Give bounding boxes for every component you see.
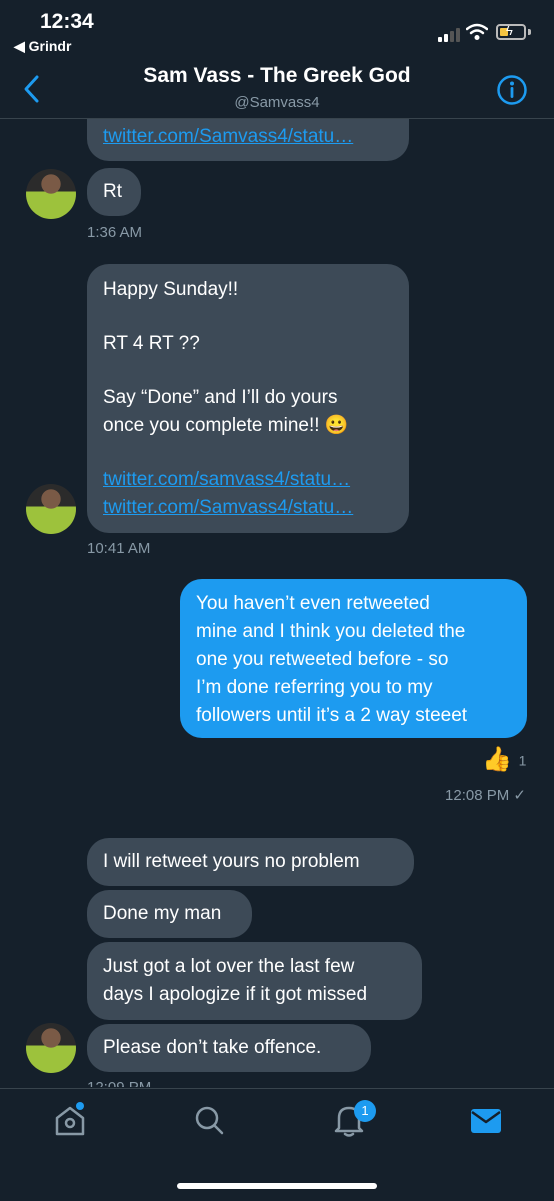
message-text: Rt [103,181,122,202]
reaction-thumbs-up[interactable]: 👍 1 [482,745,526,774]
message-link[interactable]: twitter.com/samvass4/statu… [103,466,393,494]
message-text: mine and I think you deleted the [196,621,466,642]
conversation-title: Sam Vass - The Greek God [143,64,411,87]
message-timestamp: 1:36 AM [87,224,143,241]
cellular-signal-icon [438,28,460,42]
conversation-handle: @Samvass4 [234,94,320,111]
avatar[interactable] [26,1023,76,1073]
reaction-count: 1 [518,752,527,769]
messages-icon[interactable] [470,1108,502,1134]
message-text: one you retweeted before - so [196,649,449,670]
message-text: RT 4 RT ?? [103,333,200,354]
message-text: once you complete mine!! 😀 [103,415,349,436]
message-bubble: Happy Sunday!! RT 4 RT ?? Say “Done” and… [87,264,409,533]
message-list[interactable]: twitter.com/Samvass4/statu… twitter.com/… [0,119,554,1087]
message-bubble: Rt [87,168,141,216]
message-text: Done my man [103,903,222,924]
message-link[interactable]: twitter.com/Samvass4/statu… [103,494,393,522]
battery-cap [528,29,531,35]
status-time: 12:34 [40,10,94,33]
message-text: Happy Sunday!! [103,279,239,300]
tab-notifications[interactable]: 1 [332,1100,376,1140]
message-timestamp: 10:41 AM [87,540,151,557]
avatar[interactable] [26,169,76,219]
message-text: Please don’t take offence. [103,1037,322,1058]
thumbs-up-icon: 👍 [482,746,512,773]
back-to-app-link[interactable]: ◀ Grindr [14,38,71,55]
message-bubble: Done my man [87,890,252,938]
message-timestamp: 12:08 PM ✓ [445,787,526,804]
message-text: I will retweet yours no problem [103,851,360,872]
message-text: Say “Done” and I’ll do yours [103,387,338,408]
message-bubble-partial: twitter.com/Samvass4/statu… twitter.com/… [87,119,409,161]
home-indicator[interactable] [177,1183,377,1189]
message-text: I’m done referring you to my [196,677,433,698]
message-text: days I apologize if it got missed [103,984,368,1005]
info-icon[interactable] [496,74,528,106]
tab-home[interactable] [52,1102,88,1138]
message-bubble: Please don’t take offence. [87,1024,371,1072]
wifi-icon [466,23,488,40]
message-bubble-outgoing: You haven’t even retweeted mine and I th… [180,579,527,738]
message-link[interactable]: twitter.com/Samvass4/statu… [103,123,393,151]
message-bubble: I will retweet yours no problem [87,838,414,886]
message-text: followers until it’s a 2 way steeet [196,705,468,726]
notifications-badge: 1 [354,1100,376,1122]
message-text: Just got a lot over the last few [103,956,355,977]
search-icon[interactable] [193,1104,225,1138]
message-timestamp: 12:09 PM [87,1079,151,1087]
avatar[interactable] [26,484,76,534]
battery-icon: ϟ [496,23,526,40]
new-content-dot [76,1102,84,1110]
message-bubble: Just got a lot over the last few days I … [87,942,422,1020]
message-text: You haven’t even retweeted [196,593,430,614]
